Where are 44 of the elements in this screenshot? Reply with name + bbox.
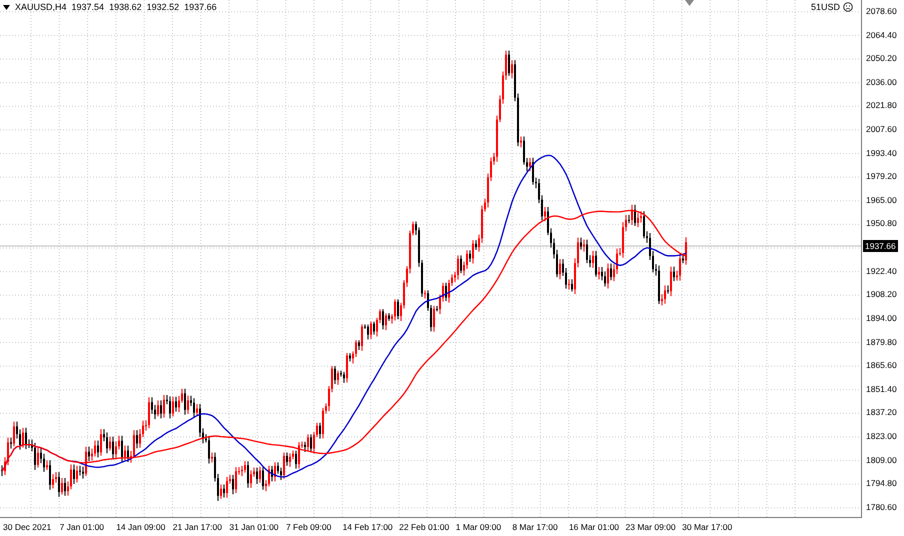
price-label: 2064.40 (865, 28, 898, 42)
price-label: 1851.40 (865, 382, 898, 396)
account-label: 51USD (810, 2, 840, 12)
price-label: 1979.20 (865, 170, 898, 184)
time-label: 8 Mar 17:00 (512, 522, 559, 532)
ohlc-value: 1937.66 (184, 2, 217, 12)
chart-shift-icon[interactable] (685, 0, 694, 6)
price-label: 1809.00 (865, 454, 898, 467)
price-label: 2007.60 (865, 123, 898, 136)
time-label: 7 Feb 09:00 (286, 522, 332, 532)
time-label: 30 Mar 17:00 (682, 522, 734, 532)
dropdown-icon[interactable] (3, 4, 10, 10)
price-label: 1794.80 (865, 477, 898, 490)
current-price-tag: 1937.66 (863, 240, 898, 252)
price-label: 2078.60 (865, 5, 898, 18)
price-label: 1965.00 (865, 194, 898, 207)
time-label: 1 Mar 09:00 (456, 522, 502, 532)
price-label: 1865.60 (865, 359, 898, 372)
price-label: 1837.20 (865, 406, 898, 420)
time-label: 22 Feb 01:00 (399, 522, 450, 532)
price-label: 1922.40 (865, 264, 898, 278)
time-label: 30 Dec 2021 (3, 522, 52, 532)
time-label: 16 Mar 01:00 (568, 522, 620, 532)
price-label: 1950.80 (865, 217, 898, 230)
time-label: 7 Jan 01:00 (60, 522, 106, 532)
price-label: 1879.80 (865, 336, 898, 349)
time-label: 14 Jan 09:00 (116, 522, 166, 532)
ohlc-value: 1938.62 (109, 2, 142, 12)
symbol-label: XAUUSD,H4 (15, 2, 67, 12)
sad-face-icon (843, 2, 853, 12)
price-label: 1780.60 (865, 500, 898, 514)
price-label: 1993.40 (865, 146, 898, 160)
time-label: 31 Jan 01:00 (229, 522, 280, 532)
time-label: 23 Mar 09:00 (626, 522, 677, 532)
price-label: 1894.00 (865, 312, 898, 325)
time-label: 14 Feb 17:00 (342, 522, 394, 532)
price-label: 2050.20 (865, 52, 898, 66)
price-label: 2021.80 (865, 99, 898, 112)
price-label: 2036.00 (865, 76, 898, 89)
price-label: 1908.20 (865, 288, 898, 302)
price-label: 1823.00 (865, 430, 898, 443)
time-label: 21 Jan 17:00 (172, 522, 223, 532)
ohlc-value: 1937.54 (72, 2, 104, 12)
ohlc-value: 1932.52 (146, 2, 180, 12)
